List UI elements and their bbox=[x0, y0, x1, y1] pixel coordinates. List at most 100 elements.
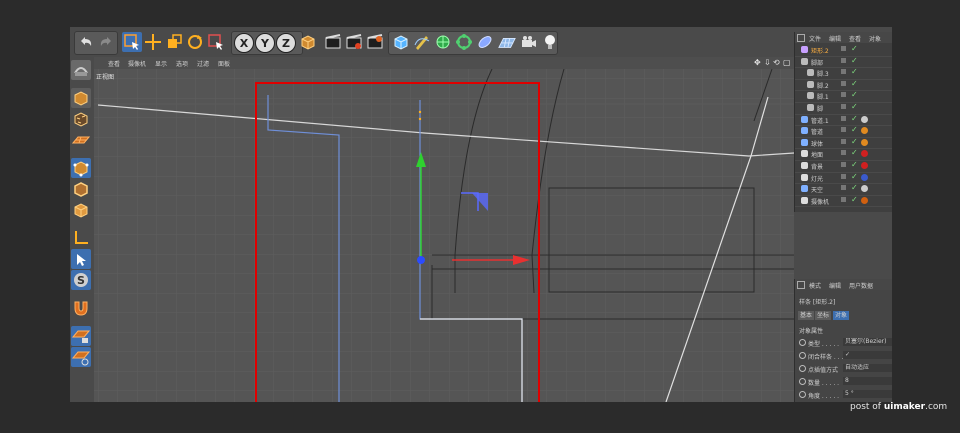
animate-toggle-icon[interactable] bbox=[799, 391, 806, 398]
tweak-mode-icon[interactable] bbox=[71, 249, 91, 269]
snap-icon[interactable]: S bbox=[71, 270, 91, 290]
viewport-pan-icon[interactable]: ✥ bbox=[754, 58, 761, 67]
workplane-lock-icon[interactable] bbox=[71, 326, 91, 346]
visibility-flag-icon[interactable] bbox=[841, 150, 846, 156]
visibility-flag-icon[interactable] bbox=[841, 69, 846, 75]
viewport-menu-panel[interactable]: 面板 bbox=[218, 59, 230, 68]
viewport-canvas[interactable] bbox=[94, 69, 794, 402]
front-viewport[interactable]: 查看 摄像机 显示 选项 过滤 面板 ✥ ⇩ ⟲ ▢ 正视图 bbox=[94, 57, 794, 402]
enabled-check-icon[interactable]: ✓ bbox=[851, 160, 858, 169]
workplane-mode-icon[interactable] bbox=[71, 130, 91, 150]
move-icon[interactable] bbox=[143, 32, 163, 52]
scale-icon[interactable] bbox=[164, 32, 184, 52]
render-settings-icon[interactable] bbox=[365, 32, 385, 52]
recent-tools-icon[interactable] bbox=[206, 32, 226, 52]
render-view-icon[interactable] bbox=[323, 32, 343, 52]
y-axis-lock-button[interactable]: Y bbox=[255, 33, 275, 53]
material-tag-icon[interactable] bbox=[861, 127, 868, 135]
visibility-flag-icon[interactable] bbox=[841, 162, 846, 167]
visibility-flag-icon[interactable] bbox=[841, 104, 846, 109]
tab-coordinates[interactable]: 坐标 bbox=[815, 311, 832, 320]
am-menu-edit[interactable]: 编辑 bbox=[829, 281, 841, 290]
environment-floor-icon[interactable] bbox=[496, 32, 518, 52]
enabled-check-icon[interactable]: ✓ bbox=[851, 195, 858, 204]
om-menu-object[interactable]: 对象 bbox=[869, 34, 881, 43]
coordinate-system-icon[interactable] bbox=[298, 32, 318, 52]
attribute-value[interactable]: 8 bbox=[843, 377, 892, 385]
live-selection-icon[interactable] bbox=[122, 32, 142, 52]
edges-mode-icon[interactable] bbox=[71, 179, 91, 199]
material-tag-icon[interactable] bbox=[861, 196, 868, 204]
visibility-flag-icon[interactable] bbox=[841, 57, 846, 63]
axis-mode-icon[interactable] bbox=[71, 228, 91, 248]
material-tag-icon[interactable] bbox=[861, 185, 868, 193]
attribute-value[interactable]: 贝塞尔(Bezier) bbox=[843, 338, 892, 346]
viewport-menu-camera[interactable]: 摄像机 bbox=[128, 59, 146, 68]
spline-point-top[interactable] bbox=[418, 110, 422, 114]
visibility-flag-icon[interactable] bbox=[841, 185, 846, 191]
visibility-flag-icon[interactable] bbox=[841, 92, 846, 98]
rotate-icon[interactable] bbox=[185, 32, 205, 52]
material-tag-icon[interactable] bbox=[861, 173, 868, 181]
cube-icon[interactable] bbox=[391, 32, 411, 52]
points-mode-icon[interactable] bbox=[71, 158, 91, 178]
om-menu-edit[interactable]: 编辑 bbox=[829, 34, 841, 43]
visibility-flag-icon[interactable] bbox=[841, 138, 846, 144]
visibility-flag-icon[interactable] bbox=[841, 80, 846, 86]
object-origin[interactable] bbox=[417, 256, 425, 264]
array-icon[interactable] bbox=[454, 32, 474, 52]
viewport-menu-display[interactable]: 显示 bbox=[155, 59, 167, 68]
camera-icon[interactable] bbox=[519, 32, 539, 52]
z-axis-lock-button[interactable]: Z bbox=[276, 33, 296, 53]
tab-basic[interactable]: 基本 bbox=[798, 311, 815, 320]
attribute-value[interactable]: 自动适应 bbox=[843, 364, 892, 372]
light-icon[interactable] bbox=[540, 32, 560, 52]
render-to-picture-viewer-icon[interactable] bbox=[344, 32, 364, 52]
visibility-flag-icon[interactable] bbox=[841, 115, 846, 121]
animate-toggle-icon[interactable] bbox=[799, 378, 806, 385]
enabled-check-icon[interactable]: ✓ bbox=[851, 102, 858, 111]
enabled-check-icon[interactable]: ✓ bbox=[851, 148, 858, 157]
viewport-dolly-icon[interactable]: ⇩ bbox=[764, 58, 771, 67]
visibility-flag-icon[interactable] bbox=[841, 173, 846, 179]
pen-spline-icon[interactable] bbox=[412, 32, 432, 52]
polygons-mode-icon[interactable] bbox=[71, 200, 91, 220]
model-mode-icon[interactable] bbox=[71, 88, 91, 108]
om-menu-file[interactable]: 文件 bbox=[809, 34, 821, 43]
attribute-value[interactable]: ✓ bbox=[843, 351, 892, 359]
x-axis-lock-button[interactable]: X bbox=[234, 33, 254, 53]
enabled-check-icon[interactable]: ✓ bbox=[851, 172, 858, 181]
viewport-menu-filter[interactable]: 过滤 bbox=[197, 59, 209, 68]
visibility-flag-icon[interactable] bbox=[841, 127, 846, 133]
material-tag-icon[interactable] bbox=[861, 138, 868, 146]
redo-icon[interactable] bbox=[96, 33, 116, 53]
enabled-check-icon[interactable]: ✓ bbox=[851, 125, 858, 134]
animate-toggle-icon[interactable] bbox=[799, 339, 806, 346]
magnet-icon[interactable] bbox=[71, 298, 91, 318]
enabled-check-icon[interactable]: ✓ bbox=[851, 183, 858, 192]
animate-toggle-icon[interactable] bbox=[799, 352, 806, 359]
enabled-check-icon[interactable]: ✓ bbox=[851, 56, 858, 65]
make-editable-icon[interactable] bbox=[71, 60, 91, 80]
viewport-toggle-icon[interactable]: ▢ bbox=[783, 58, 791, 67]
viewport-rotate-icon[interactable]: ⟲ bbox=[773, 58, 780, 67]
visibility-flag-icon[interactable] bbox=[841, 46, 846, 51]
material-tag-icon[interactable] bbox=[861, 162, 868, 169]
texture-mode-icon[interactable] bbox=[71, 109, 91, 129]
deformer-icon[interactable] bbox=[475, 32, 495, 52]
workplane-axis-icon[interactable] bbox=[71, 347, 91, 367]
enabled-check-icon[interactable]: ✓ bbox=[851, 90, 858, 99]
enabled-check-icon[interactable]: ✓ bbox=[851, 79, 858, 88]
om-menu-view[interactable]: 查看 bbox=[849, 34, 861, 43]
enabled-check-icon[interactable]: ✓ bbox=[851, 44, 858, 53]
enabled-check-icon[interactable]: ✓ bbox=[851, 114, 858, 123]
am-menu-mode[interactable]: 模式 bbox=[809, 281, 821, 290]
undo-icon[interactable] bbox=[76, 33, 96, 53]
visibility-flag-icon[interactable] bbox=[841, 196, 846, 202]
attribute-value[interactable]: 5 ° bbox=[843, 390, 892, 398]
subdivision-surface-icon[interactable] bbox=[433, 32, 453, 52]
tab-object[interactable]: 对象 bbox=[833, 311, 850, 320]
object-row[interactable]: 摄像机 ✓ bbox=[795, 195, 892, 208]
am-menu-userdata[interactable]: 用户数据 bbox=[849, 281, 873, 290]
material-tag-icon[interactable] bbox=[861, 150, 868, 158]
